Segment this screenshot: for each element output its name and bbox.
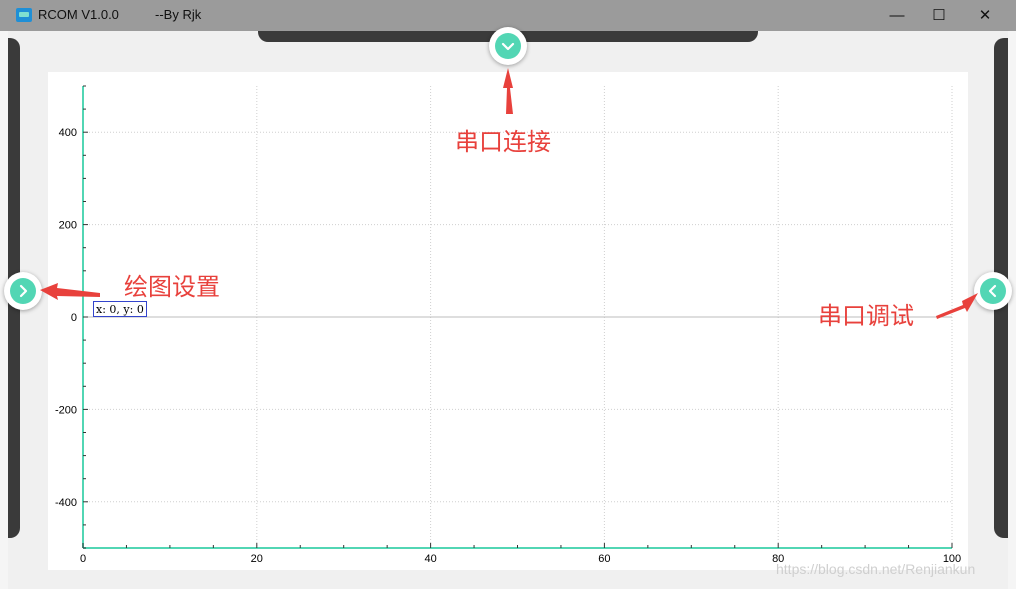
chevron-right-icon bbox=[19, 284, 28, 298]
window-title: RCOM V1.0.0 bbox=[38, 7, 119, 22]
y-tick-label: 200 bbox=[59, 220, 77, 232]
y-tick-label: 0 bbox=[71, 312, 77, 324]
y-tick-label: -200 bbox=[55, 404, 77, 416]
maximize-button[interactable]: ☐ bbox=[916, 0, 962, 31]
minimize-button[interactable]: — bbox=[874, 0, 920, 31]
close-button[interactable]: ✕ bbox=[962, 0, 1008, 31]
y-tick-label: -400 bbox=[55, 497, 77, 509]
right-sidebar-collapsed bbox=[1008, 31, 1016, 589]
x-tick-label: 40 bbox=[424, 553, 436, 565]
annotation-serial-debug: 串口调试 bbox=[818, 302, 914, 330]
chevron-down-icon bbox=[501, 42, 515, 51]
annotation-serial-connect: 串口连接 bbox=[455, 128, 551, 156]
x-tick-label: 60 bbox=[598, 553, 610, 565]
x-tick-label: 20 bbox=[251, 553, 263, 565]
x-tick-label: 0 bbox=[80, 553, 86, 565]
coordinate-readout: x: 0, y: 0 bbox=[93, 301, 147, 317]
left-sidebar-collapsed bbox=[0, 31, 8, 589]
y-tick-label: 400 bbox=[59, 127, 77, 139]
plot-settings-toggle-button[interactable] bbox=[4, 272, 42, 310]
serial-debug-toggle-button[interactable] bbox=[974, 272, 1012, 310]
watermark: https://blog.csdn.net/Renjiankun bbox=[776, 561, 976, 577]
annotation-plot-settings: 绘图设置 bbox=[124, 273, 220, 301]
window-author: --By Rjk bbox=[155, 7, 202, 22]
serial-connect-toggle-button[interactable] bbox=[489, 27, 527, 65]
app-icon bbox=[16, 8, 32, 22]
chevron-left-icon bbox=[988, 284, 997, 298]
